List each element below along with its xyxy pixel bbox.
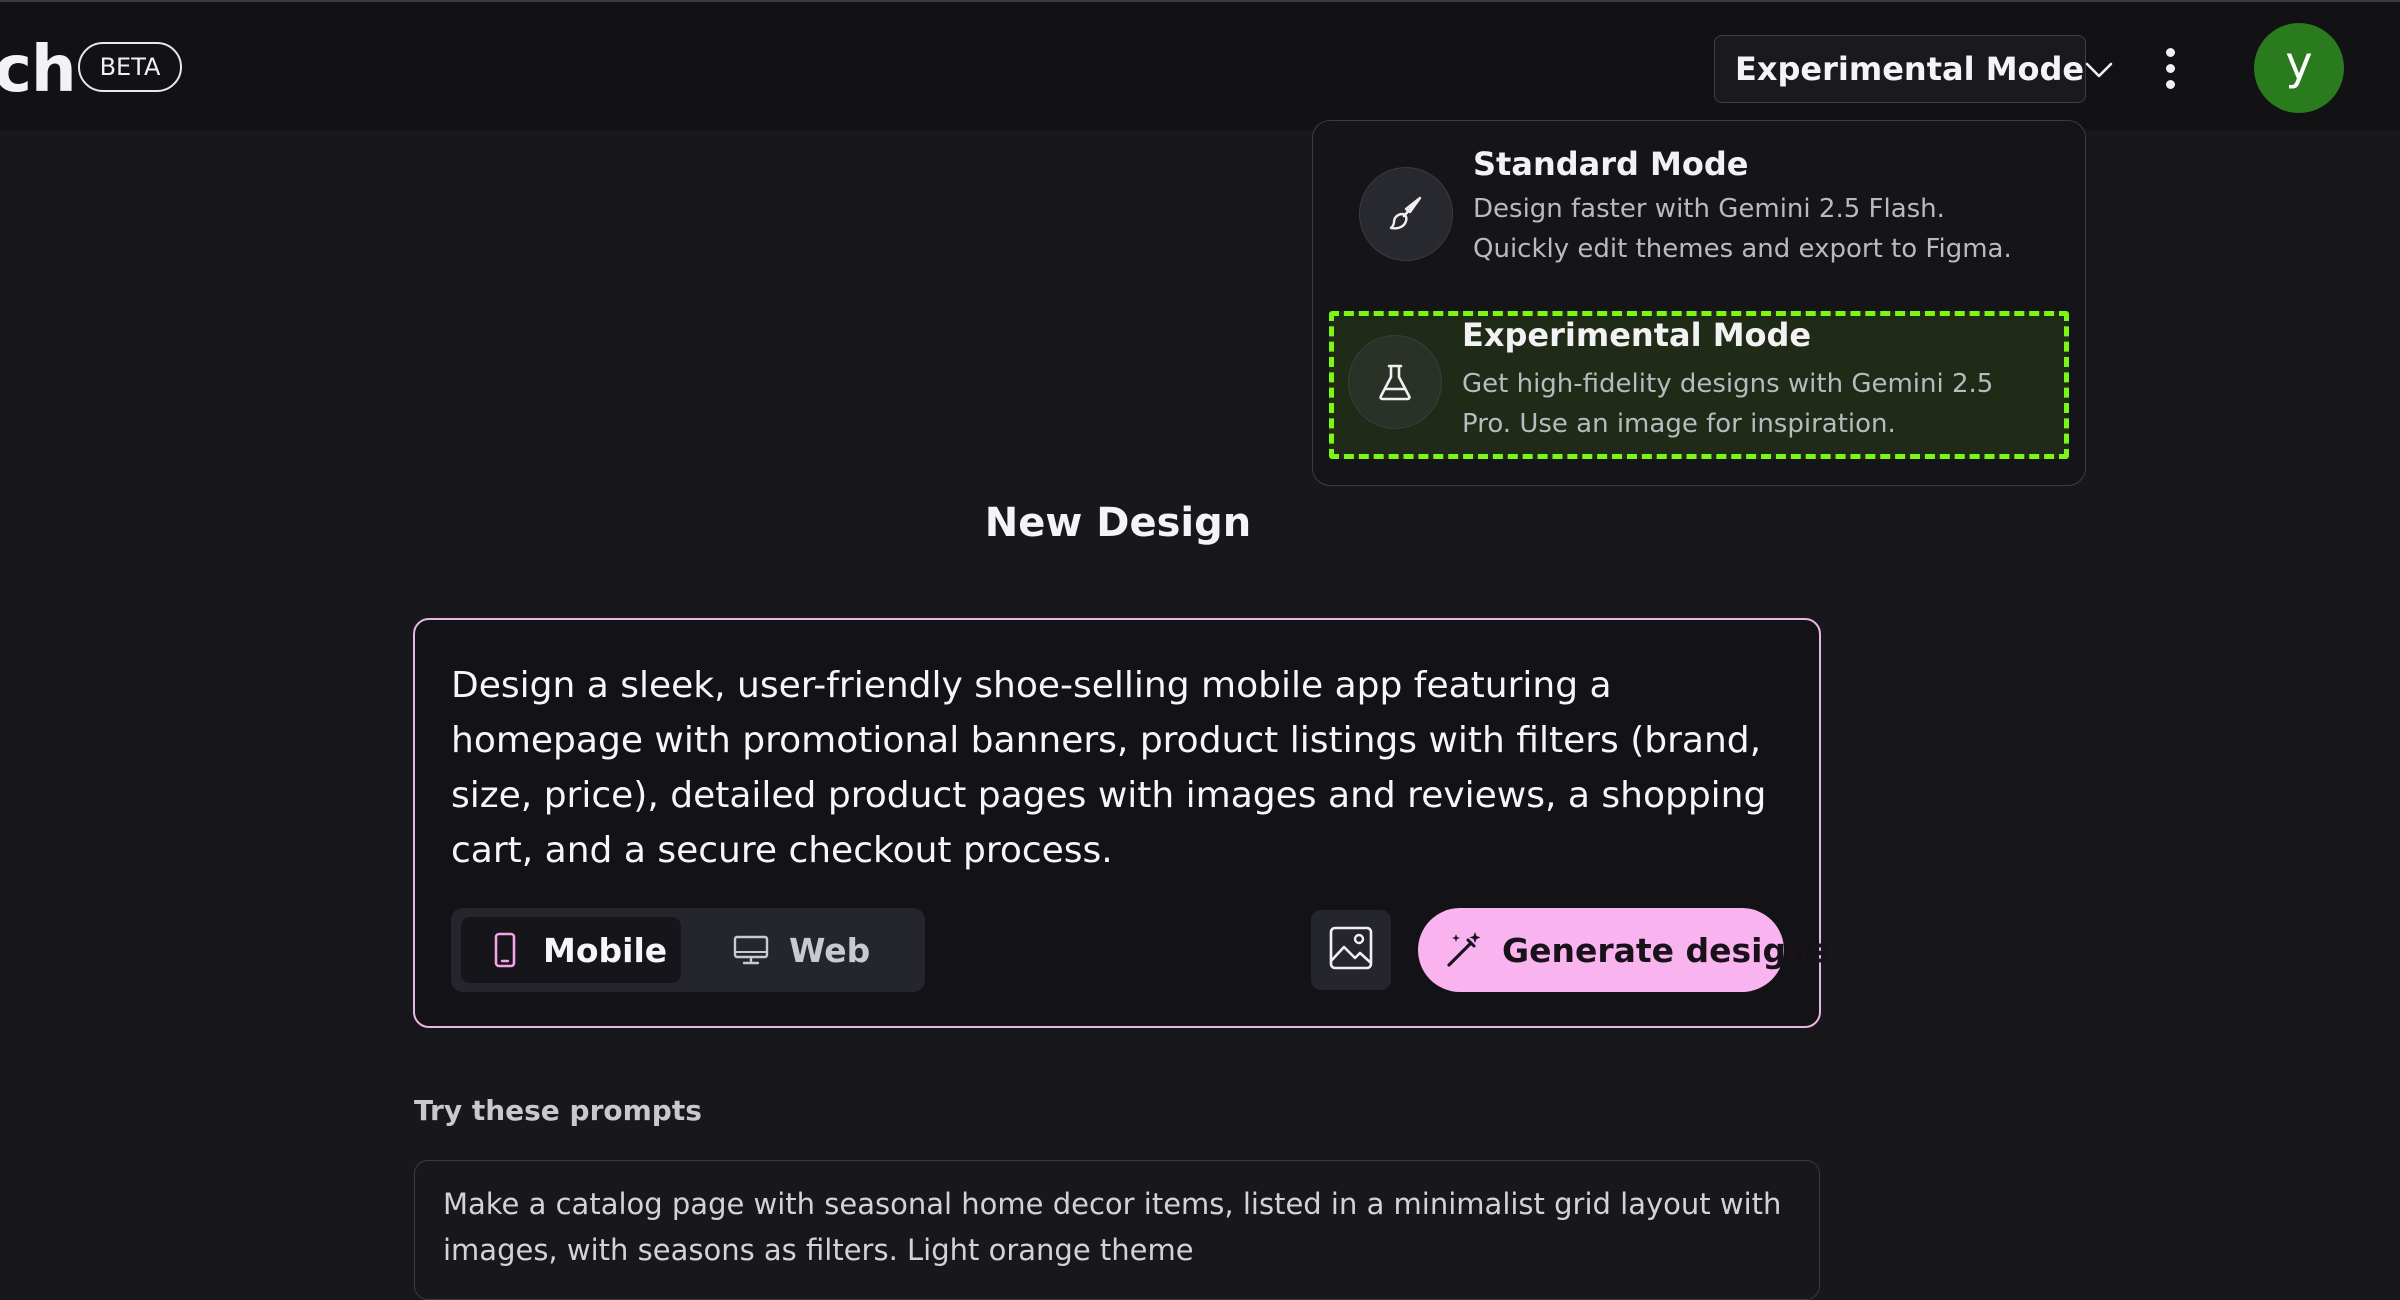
more-menu-button[interactable] xyxy=(2152,36,2188,100)
mode-option-experimental[interactable]: Experimental Mode Get high-fidelity desi… xyxy=(1329,311,2069,459)
suggested-prompt-text: Make a catalog page with seasonal home d… xyxy=(443,1187,1782,1267)
paintbrush-icon xyxy=(1359,167,1453,261)
device-toggle: Mobile Web xyxy=(451,908,925,992)
more-vertical-icon xyxy=(2165,47,2175,57)
mode-selector-label: Experimental Mode xyxy=(1735,50,2085,88)
mode-dropdown: Standard Mode Design faster with Gemini … xyxy=(1312,120,2086,486)
beta-badge: BETA xyxy=(78,42,182,92)
web-label: Web xyxy=(789,930,871,970)
generate-designs-button[interactable]: Generate designs xyxy=(1418,908,1829,992)
top-bar: ch BETA Experimental Mode y xyxy=(0,0,2400,130)
magic-wand-icon xyxy=(1444,930,1484,970)
flask-icon xyxy=(1348,335,1442,429)
mode-option-title: Experimental Mode xyxy=(1462,316,1812,354)
mode-option-title: Standard Mode xyxy=(1473,145,1749,183)
image-icon xyxy=(1328,925,1374,975)
mode-option-standard[interactable]: Standard Mode Design faster with Gemini … xyxy=(1329,135,2069,285)
suggested-prompt-card[interactable]: Make a catalog page with seasonal home d… xyxy=(414,1160,1820,1300)
try-prompts-heading: Try these prompts xyxy=(414,1094,702,1127)
mode-option-description: Design faster with Gemini 2.5 Flash. Qui… xyxy=(1473,194,2012,264)
web-toggle-button[interactable]: Web xyxy=(707,917,907,983)
chevron-down-icon xyxy=(2084,50,2114,88)
avatar[interactable]: y xyxy=(2254,23,2344,113)
generate-label: Generate designs xyxy=(1502,930,1830,970)
page-title: New Design xyxy=(984,500,1252,546)
phone-icon xyxy=(485,932,525,968)
mode-selector[interactable]: Experimental Mode xyxy=(1714,35,2113,103)
mobile-label: Mobile xyxy=(543,930,668,970)
prompt-card: Design a sleek, user-friendly shoe-selli… xyxy=(413,618,1829,1028)
monitor-icon xyxy=(731,934,771,966)
mobile-toggle-button[interactable]: Mobile xyxy=(461,917,681,983)
app-logo-text[interactable]: ch xyxy=(0,30,76,110)
upload-image-button[interactable] xyxy=(1311,910,1391,990)
mode-option-description: Get high-fidelity designs with Gemini 2.… xyxy=(1462,369,1994,439)
prompt-input[interactable]: Design a sleek, user-friendly shoe-selli… xyxy=(451,658,1791,878)
